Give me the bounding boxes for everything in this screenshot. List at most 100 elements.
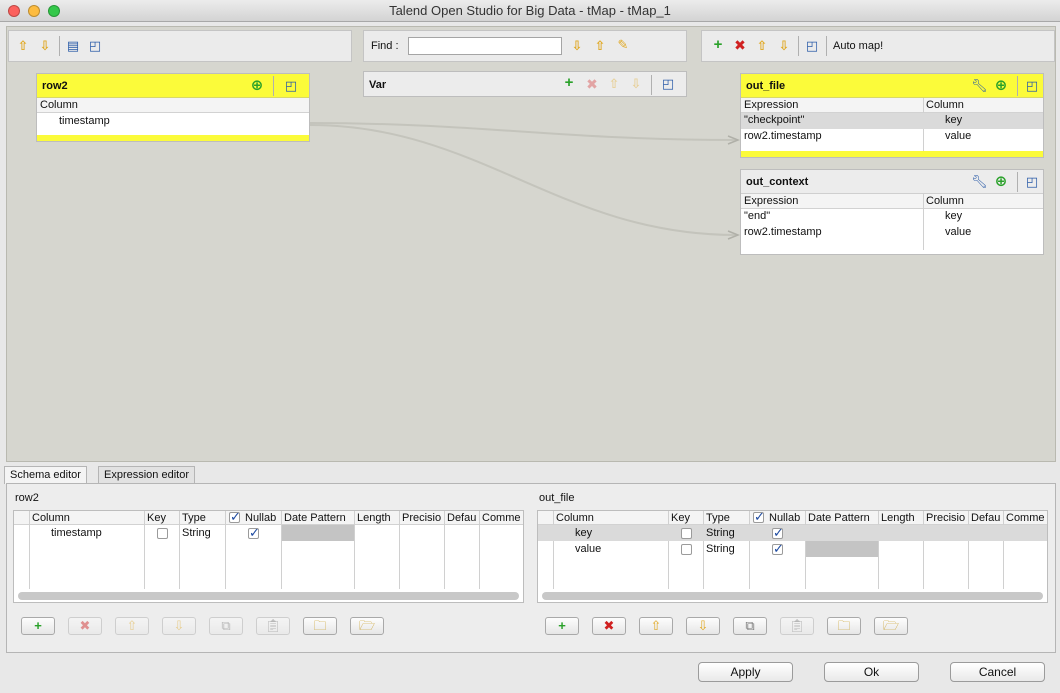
tab-schema-editor[interactable]: Schema editor <box>4 466 87 484</box>
add-filter-icon[interactable]: ⊕ <box>993 78 1009 93</box>
column-cell[interactable]: key <box>575 527 592 539</box>
nullable-checkbox[interactable] <box>248 525 260 541</box>
column-cell: value <box>945 130 972 142</box>
table-row[interactable]: key String <box>538 525 1047 541</box>
key-checkbox[interactable] <box>681 528 692 539</box>
date-pattern-cell[interactable] <box>282 525 354 541</box>
add-filter-icon[interactable]: ⊕ <box>993 174 1009 189</box>
table-row[interactable]: "end" key <box>741 209 1043 225</box>
table-row[interactable]: value String <box>538 541 1047 557</box>
import-schema-button[interactable]: 🗀 <box>303 617 337 635</box>
expression-cell[interactable]: "checkpoint" <box>744 114 804 126</box>
expression-cell[interactable]: "end" <box>744 210 770 222</box>
move-down-button[interactable]: ⇩ <box>686 617 720 635</box>
header-comment: Comme <box>482 512 521 524</box>
table-row[interactable]: row2.timestamp value <box>741 225 1043 241</box>
expression-header: Expression <box>744 195 799 207</box>
minimize-all-icon[interactable]: ◰ <box>804 39 820 53</box>
move-up-button[interactable]: ⇧ <box>639 617 673 635</box>
toolbar-separator <box>273 76 274 96</box>
key-checkbox[interactable] <box>157 528 168 539</box>
nullable-all-checkbox[interactable] <box>753 509 765 525</box>
expression-cell[interactable]: row2.timestamp <box>744 130 822 142</box>
column-cell[interactable]: value <box>575 543 601 555</box>
property-table-icon[interactable]: ▤ <box>65 39 81 53</box>
move-down-button[interactable]: ⇩ <box>162 617 196 635</box>
remove-var-icon[interactable]: ✖ <box>584 77 600 91</box>
move-down-icon[interactable]: ⇩ <box>776 39 792 53</box>
type-cell[interactable]: String <box>182 527 211 539</box>
move-down-icon[interactable]: ⇩ <box>37 39 53 53</box>
header-precision: Precisio <box>402 512 442 524</box>
move-up-icon[interactable]: ⇧ <box>754 39 770 53</box>
table-row[interactable]: "checkpoint" key <box>741 113 1043 129</box>
cancel-button[interactable]: Cancel <box>950 662 1045 682</box>
header-type: Type <box>182 512 206 524</box>
add-column-button[interactable]: + <box>545 617 579 635</box>
minimize-icon[interactable]: ◰ <box>1024 79 1040 93</box>
header-length: Length <box>357 512 391 524</box>
horizontal-scrollbar[interactable] <box>18 592 519 600</box>
output-table-out-context: out_context 🔧︎ ⊕ ◰ Expression Column "en… <box>740 169 1044 255</box>
minimize-icon[interactable]: ◰ <box>1024 175 1040 189</box>
find-label: Find : <box>371 40 399 52</box>
add-filter-icon[interactable]: ⊕ <box>249 78 265 93</box>
toolbar-separator <box>651 75 652 95</box>
paste-button[interactable]: 📋︎ <box>256 617 290 635</box>
remove-output-icon[interactable]: ✖ <box>732 38 748 52</box>
add-output-icon[interactable]: + <box>710 37 726 52</box>
output-table-footer <box>741 151 1043 157</box>
auto-map-button[interactable]: Auto map! <box>833 40 883 52</box>
nullable-checkbox[interactable] <box>772 541 784 557</box>
minimize-all-icon[interactable]: ◰ <box>87 39 103 53</box>
schema-right-title: out_file <box>539 492 575 504</box>
grid-divider <box>225 511 226 589</box>
ok-button[interactable]: Ok <box>824 662 919 682</box>
remove-column-button[interactable]: ✖ <box>68 617 102 635</box>
table-row[interactable]: timestamp <box>37 113 309 133</box>
remove-column-button[interactable]: ✖ <box>592 617 626 635</box>
tab-expression-editor[interactable]: Expression editor <box>98 466 195 484</box>
find-previous-icon[interactable]: ⇧ <box>592 39 608 53</box>
import-schema-button[interactable]: 🗀 <box>827 617 861 635</box>
toolbar-separator <box>798 36 799 56</box>
type-cell[interactable]: String <box>706 527 735 539</box>
export-schema-button[interactable]: 🗁 <box>874 617 908 635</box>
move-up-button[interactable]: ⇧ <box>115 617 149 635</box>
export-schema-button[interactable]: 🗁 <box>350 617 384 635</box>
move-up-icon[interactable]: ⇧ <box>15 39 31 53</box>
minimize-icon[interactable]: ◰ <box>283 79 299 93</box>
grid-divider <box>399 511 400 589</box>
apply-button[interactable]: Apply <box>698 662 793 682</box>
find-next-icon[interactable]: ⇩ <box>569 39 585 53</box>
add-column-button[interactable]: + <box>21 617 55 635</box>
header-nullable: Nullab <box>245 512 277 524</box>
output-table-out-file: out_file 🔧︎ ⊕ ◰ Expression Column "check… <box>740 73 1044 158</box>
column-name: timestamp <box>59 115 110 127</box>
highlight-all-icon[interactable]: ✎ <box>615 38 631 52</box>
output-table-column-header: Expression Column <box>741 194 1043 209</box>
copy-button[interactable]: ⧉ <box>733 617 767 635</box>
move-down-icon[interactable]: ⇩ <box>628 77 644 91</box>
wrench-icon[interactable]: 🔧︎ <box>971 79 988 93</box>
wrench-icon[interactable]: 🔧︎ <box>971 175 988 189</box>
add-var-icon[interactable]: + <box>561 75 577 90</box>
date-pattern-cell[interactable] <box>806 541 878 557</box>
table-row[interactable]: timestamp String <box>14 525 523 541</box>
horizontal-scrollbar[interactable] <box>542 592 1043 600</box>
table-row[interactable]: row2.timestamp value <box>741 129 1043 145</box>
schema-right-table: Column Key Type Nullab Date Pattern Leng… <box>537 509 1048 603</box>
column-cell[interactable]: timestamp <box>51 527 102 539</box>
expression-cell[interactable]: row2.timestamp <box>744 226 822 238</box>
find-input[interactable] <box>408 37 562 55</box>
header-precision: Precisio <box>926 512 966 524</box>
paste-button[interactable]: 📋︎ <box>780 617 814 635</box>
type-cell[interactable]: String <box>706 543 735 555</box>
nullable-checkbox[interactable] <box>772 525 784 541</box>
copy-button[interactable]: ⧉ <box>209 617 243 635</box>
key-checkbox[interactable] <box>681 544 692 555</box>
move-up-icon[interactable]: ⇧ <box>606 77 622 91</box>
minimize-icon[interactable]: ◰ <box>660 77 676 91</box>
input-table-title: row2 <box>42 80 68 92</box>
nullable-all-checkbox[interactable] <box>229 509 241 525</box>
